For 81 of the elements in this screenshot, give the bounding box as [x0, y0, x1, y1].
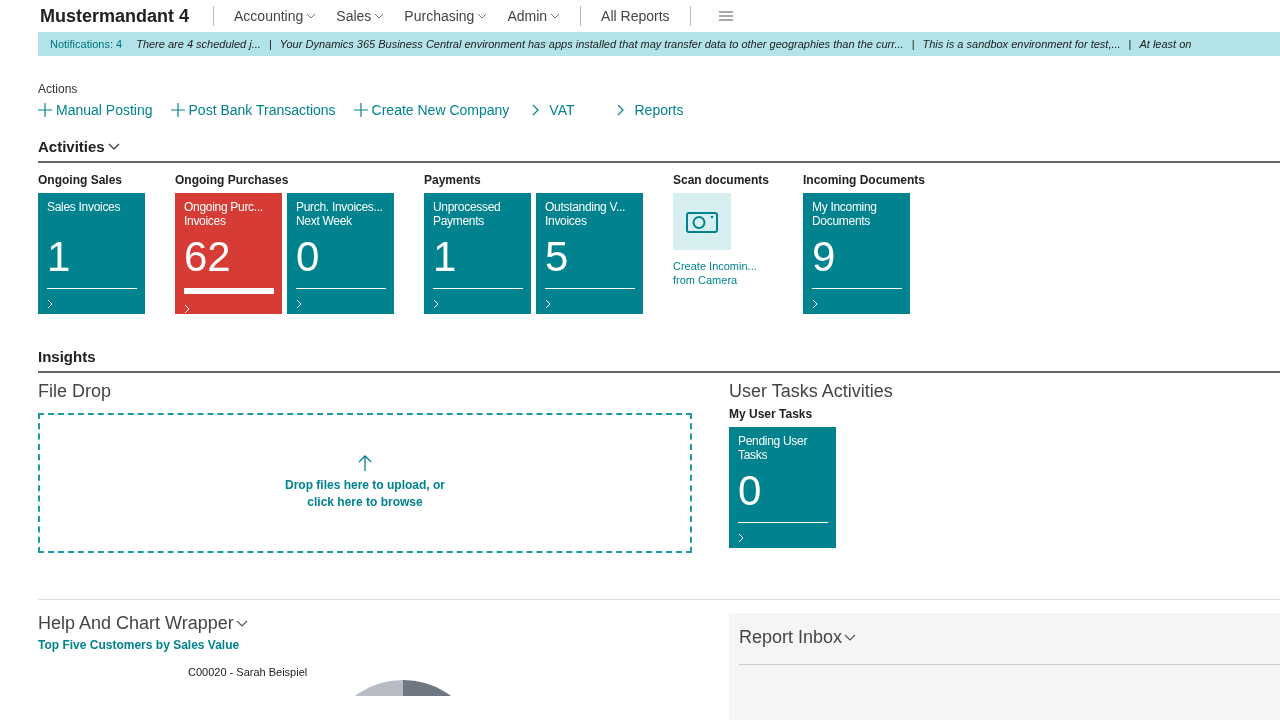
action-link[interactable]: Create New Company: [353, 102, 510, 118]
nav-menu[interactable]: All Reports: [591, 8, 680, 24]
part-title: User Tasks Activities: [729, 381, 893, 402]
notification-count[interactable]: Notifications: 4: [50, 38, 123, 50]
action-link[interactable]: Manual Posting: [38, 102, 153, 118]
camera-action-link[interactable]: Create Incomin... from Camera: [673, 259, 773, 287]
chevron-right-icon: [47, 299, 53, 309]
chevron-right-icon: [433, 299, 439, 309]
chevron-down-icon: [550, 13, 561, 19]
section-header[interactable]: Activities: [38, 138, 1280, 163]
chevron-right-icon: [616, 104, 625, 116]
tile-value: 1: [47, 236, 72, 278]
chevron-down-icon: [235, 620, 248, 627]
chart-title[interactable]: Top Five Customers by Sales Value: [38, 638, 692, 652]
plus-icon: [38, 103, 52, 117]
part-title[interactable]: Help And Chart Wrapper: [38, 613, 692, 634]
company-name[interactable]: Mustermandant 4: [40, 5, 190, 27]
nav-menu[interactable]: Accounting: [224, 8, 327, 24]
part-title: File Drop: [38, 381, 113, 402]
plus-icon: [170, 103, 185, 117]
group-title: Scan documents: [673, 173, 771, 187]
chevron-right-icon: [812, 299, 818, 309]
separator: |: [911, 38, 915, 50]
notification-message[interactable]: There are 4 scheduled j...: [136, 38, 261, 50]
tile-label: Sales Invoices: [47, 200, 122, 216]
group-title: Ongoing Purchases: [175, 173, 290, 187]
chevron-down-icon: [844, 634, 857, 641]
slice-label: C00020 - Sarah Beispiel: [188, 666, 308, 678]
tile-label: Ongoing Purc... Invoices: [184, 200, 264, 228]
tile-label: My Incoming Documents: [812, 200, 878, 228]
tile-label: Outstanding V... Invoices: [545, 200, 627, 228]
group-title: Payments: [424, 173, 482, 187]
separator: |: [268, 38, 272, 50]
tile-value: 0: [738, 470, 763, 512]
chevron-down-icon: [306, 13, 317, 19]
nav-menu[interactable]: Sales: [326, 8, 395, 24]
cue-tile[interactable]: My Incoming Documents 9: [803, 193, 910, 314]
chevron-right-icon: [545, 299, 551, 309]
section-header: Insights: [38, 348, 1280, 373]
nav-menu[interactable]: Admin: [497, 8, 571, 24]
chevron-right-icon: [738, 533, 744, 543]
actions-title: Actions: [38, 82, 79, 96]
chevron-right-icon: [184, 304, 190, 314]
cue-tile[interactable]: Sales Invoices 1: [38, 193, 145, 314]
notification-message[interactable]: This is a sandbox environment for test,...: [922, 38, 1121, 50]
cue-tile[interactable]: Purch. Invoices... Next Week 0: [287, 193, 394, 314]
chevron-down-icon: [107, 143, 120, 150]
upload-arrow-icon: [358, 455, 372, 471]
action-link[interactable]: Reports: [616, 102, 684, 118]
cue-tile[interactable]: Pending User Tasks 0: [729, 427, 836, 548]
tile-label: Unprocessed Payments: [433, 200, 502, 228]
tile-value: 1: [433, 236, 458, 278]
file-drop-zone[interactable]: Drop files here to upload, or click here to browse: [38, 413, 692, 553]
tile-value: 9: [812, 236, 837, 278]
group-title: Ongoing Sales: [38, 173, 123, 187]
part-title[interactable]: Report Inbox: [739, 627, 1280, 648]
menu-icon[interactable]: [718, 11, 733, 21]
action-link[interactable]: Post Bank Transactions: [170, 102, 336, 118]
chevron-down-icon: [477, 13, 488, 19]
cue-tile[interactable]: Unprocessed Payments 1: [424, 193, 531, 314]
notification-message[interactable]: At least on: [1139, 38, 1192, 50]
action-link[interactable]: VAT: [531, 102, 575, 118]
camera-tile[interactable]: [673, 193, 731, 250]
cue-tile[interactable]: Ongoing Purc... Invoices 62: [175, 193, 282, 314]
chevron-down-icon: [374, 13, 385, 19]
separator: |: [1128, 38, 1132, 50]
tile-value: 0: [296, 236, 321, 278]
cue-tile[interactable]: Outstanding V... Invoices 5: [536, 193, 643, 314]
chevron-right-icon: [296, 299, 302, 309]
notification-message[interactable]: Your Dynamics 365 Business Central environment has apps installed that may transfer data to other geographies than the curr...: [279, 38, 904, 50]
plus-icon: [353, 103, 368, 117]
group-title: My User Tasks: [729, 407, 814, 421]
drop-prompt: Drop files here to upload, or click here to browse: [284, 477, 446, 511]
chevron-right-icon: [531, 104, 540, 116]
tile-value: 62: [184, 236, 232, 278]
group-title: Incoming Documents: [803, 173, 925, 187]
nav-menu[interactable]: Purchasing: [394, 8, 498, 24]
camera-icon: [686, 209, 718, 234]
tile-value: 5: [545, 236, 570, 278]
tile-label: Pending User Tasks: [738, 434, 809, 462]
tile-label: Purch. Invoices... Next Week: [296, 200, 384, 228]
